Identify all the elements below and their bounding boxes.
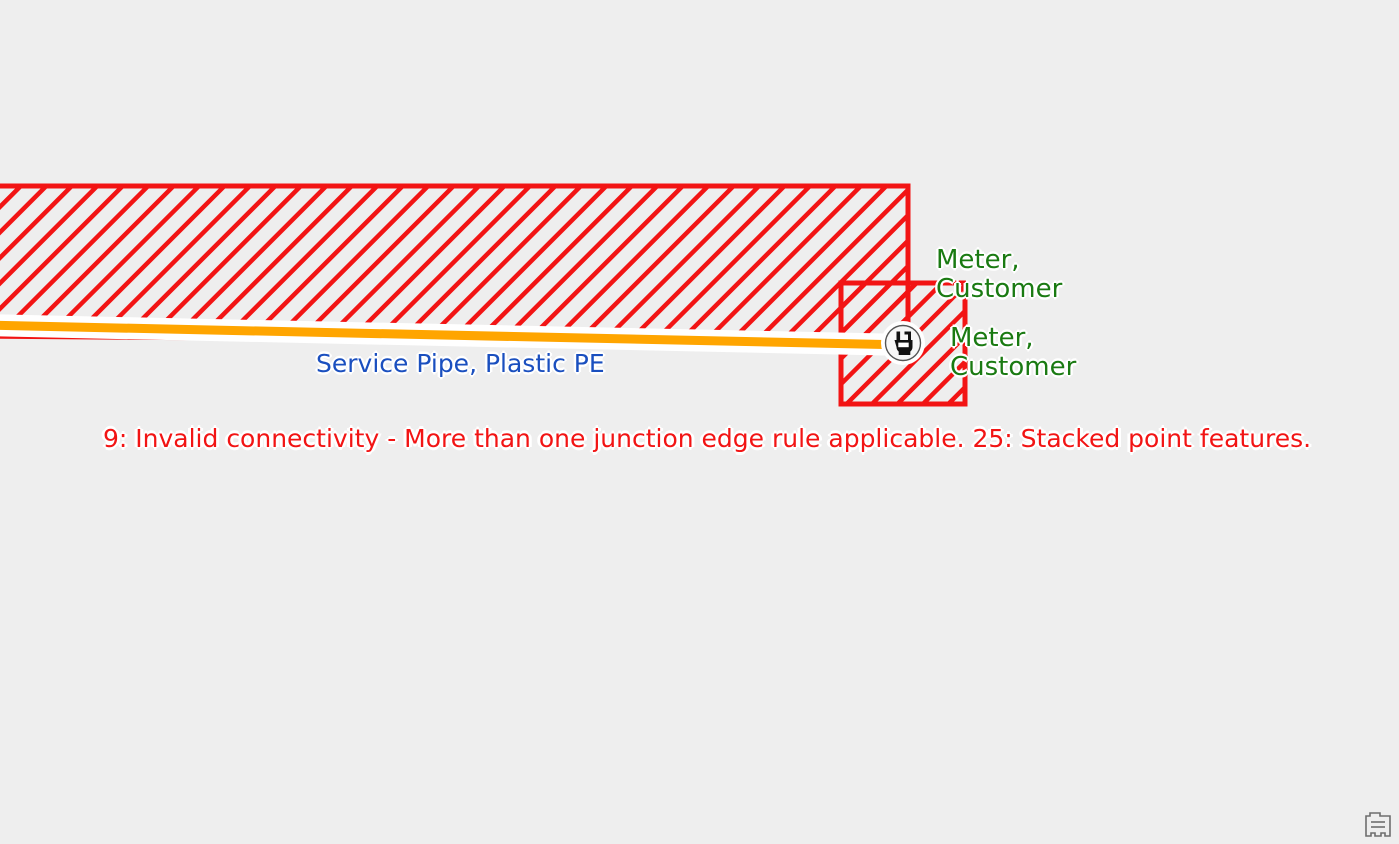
meter-icon[interactable] [880, 320, 926, 366]
map-canvas[interactable] [0, 0, 1399, 844]
overview-building-icon[interactable] [1362, 809, 1394, 839]
